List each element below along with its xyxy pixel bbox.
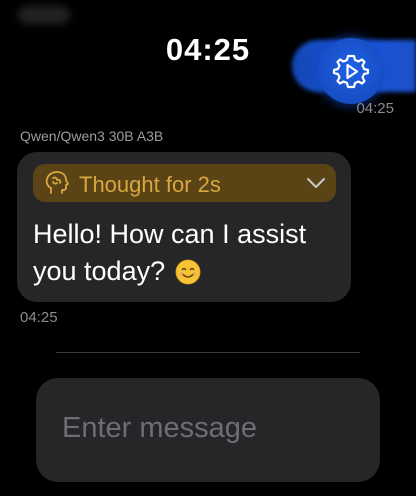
smiling-face-icon bbox=[175, 259, 201, 285]
assistant-message-text: Hello! How can I assist you today? bbox=[33, 219, 307, 286]
divider bbox=[56, 352, 360, 353]
message-input[interactable] bbox=[62, 408, 362, 448]
settings-button[interactable] bbox=[318, 38, 384, 104]
chevron-down-icon bbox=[307, 178, 325, 188]
gear-icon bbox=[332, 54, 370, 89]
assistant-message: Hello! How can I assist you today? bbox=[33, 216, 343, 290]
model-name-label: Qwen/Qwen3 30B A3B bbox=[20, 128, 164, 144]
status-bar-placeholder bbox=[18, 6, 70, 24]
message-composer[interactable] bbox=[36, 378, 380, 482]
brain-icon bbox=[45, 171, 69, 194]
thought-toggle[interactable]: Thought for 2s bbox=[33, 164, 336, 202]
assistant-message-bubble: Thought for 2s Hello! How can I assist y… bbox=[17, 152, 351, 302]
thought-label: Thought for 2s bbox=[79, 172, 221, 197]
user-message-time: 04:25 bbox=[356, 100, 394, 117]
assistant-message-time: 04:25 bbox=[20, 309, 58, 326]
